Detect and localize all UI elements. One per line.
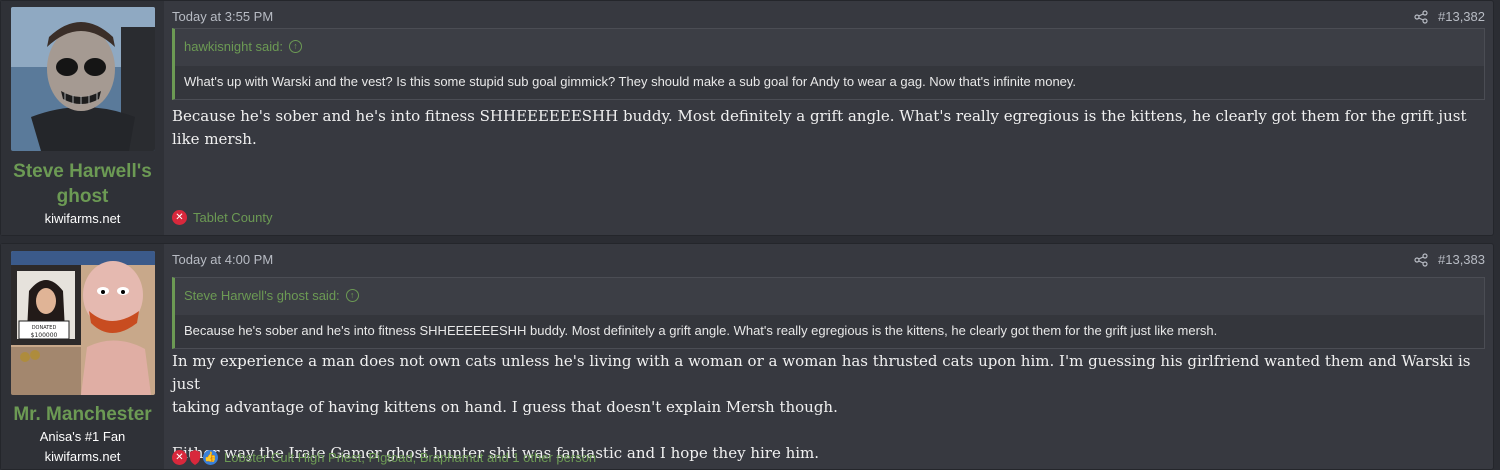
share-icon[interactable]	[1414, 252, 1428, 267]
like-icon[interactable]: 👍	[203, 450, 218, 465]
post-number[interactable]: #13,382	[1438, 9, 1485, 24]
post-main: Today at 3:55 PM #13,382 hawkisnight sai…	[172, 1, 1485, 235]
quote-author[interactable]: hawkisnight said:	[184, 39, 283, 54]
username[interactable]: Mr. Manchester	[1, 402, 164, 427]
quote-header[interactable]: hawkisnight said: ↑	[184, 39, 302, 54]
post: DONATED $100000 Mr. Manchester Anisa's #…	[0, 243, 1494, 470]
post-main: Today at 4:00 PM #13,383 Steve Harwell's…	[172, 244, 1485, 469]
arrow-up-icon[interactable]: ↑	[289, 40, 302, 53]
x-icon[interactable]: ✕	[172, 450, 187, 465]
share-icon[interactable]	[1414, 9, 1428, 24]
user-title: kiwifarms.net	[44, 211, 121, 226]
post-tools: #13,383	[1414, 252, 1485, 267]
message-line: taking advantage of having kittens on ha…	[172, 398, 838, 416]
user-cell: DONATED $100000 Mr. Manchester Anisa's #…	[1, 244, 164, 469]
quote-block: Steve Harwell's ghost said: ↑ Because he…	[172, 277, 1485, 349]
avatar-text: DONATED	[32, 325, 57, 331]
user-title: kiwifarms.net	[44, 449, 121, 464]
quote-block: hawkisnight said: ↑ What's up with Warsk…	[172, 28, 1485, 100]
user-title: Anisa's #1 Fan	[39, 429, 126, 444]
quote-header[interactable]: Steve Harwell's ghost said: ↑	[184, 288, 359, 303]
user-cell: Steve Harwell's ghost kiwifarms.net	[1, 1, 164, 235]
message-line: In my experience a man does not own cats…	[172, 352, 1471, 393]
post-timestamp[interactable]: Today at 3:55 PM	[172, 9, 273, 24]
shield-icon[interactable]	[189, 450, 201, 465]
quote-author[interactable]: Steve Harwell's ghost said:	[184, 288, 340, 303]
reaction-users[interactable]: Lobster Cult High Priest, Pigtoad, Braph…	[224, 450, 596, 465]
post-tools: #13,382	[1414, 9, 1485, 24]
quote-text: What's up with Warski and the vest? Is t…	[175, 66, 1484, 99]
arrow-up-icon[interactable]: ↑	[345, 289, 359, 302]
post-timestamp[interactable]: Today at 4:00 PM	[172, 252, 273, 267]
avatar[interactable]: DONATED $100000	[11, 251, 155, 395]
reaction-users[interactable]: Tablet County	[193, 210, 273, 225]
reactions-bar[interactable]: ✕ 👍 Lobster Cult High Priest, Pigtoad, B…	[172, 450, 596, 465]
post-message: Because he's sober and he's into fitness…	[172, 105, 1485, 151]
avatar-text: $100000	[31, 332, 58, 339]
reactions-bar[interactable]: ✕ Tablet County	[172, 210, 273, 225]
post-message: In my experience a man does not own cats…	[172, 350, 1485, 465]
post-number[interactable]: #13,383	[1438, 252, 1485, 267]
message-line: Because he's sober and he's into fitness…	[172, 107, 1467, 148]
post: Steve Harwell's ghost kiwifarms.net Toda…	[0, 0, 1494, 236]
x-icon[interactable]: ✕	[172, 210, 187, 225]
quote-text: Because he's sober and he's into fitness…	[175, 315, 1484, 348]
avatar[interactable]	[11, 7, 155, 151]
username[interactable]: Steve Harwell's ghost	[1, 159, 164, 209]
